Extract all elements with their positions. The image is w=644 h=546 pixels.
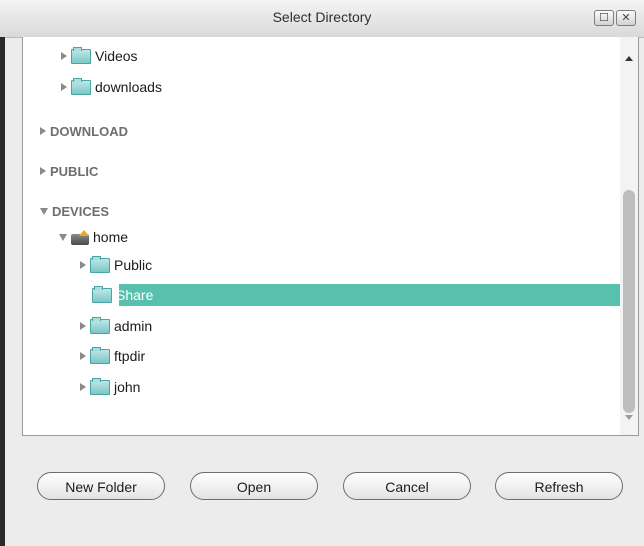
folder-icon (71, 77, 91, 95)
tree-item-label: ftpdir (114, 348, 146, 364)
expand-arrow-icon[interactable] (80, 352, 86, 360)
folder-icon (71, 46, 91, 64)
tree-item-label: Public (114, 257, 153, 273)
expand-arrow-icon[interactable] (80, 322, 86, 330)
tree-item-label: Videos (95, 48, 138, 64)
tree-item-videos[interactable]: Videos (61, 46, 138, 66)
close-button[interactable]: ✕ (616, 10, 636, 26)
expand-arrow-icon[interactable] (61, 52, 67, 60)
title-bar: Select Directory ☐ ✕ (0, 0, 644, 38)
maximize-button[interactable]: ☐ (594, 10, 614, 26)
tree-item-public-folder[interactable]: Public (80, 255, 152, 275)
refresh-button[interactable]: Refresh (495, 472, 623, 500)
tree-item-label: downloads (95, 79, 162, 95)
tree-item-label: john (114, 379, 141, 395)
section-public[interactable]: PUBLIC (40, 161, 98, 181)
collapse-arrow-icon[interactable] (59, 233, 67, 241)
section-label: DEVICES (52, 203, 110, 219)
section-devices[interactable]: DEVICES (40, 201, 109, 221)
tree-item-share[interactable]: Share (80, 285, 153, 305)
new-folder-button[interactable]: New Folder (37, 472, 165, 500)
expand-arrow-icon[interactable] (80, 261, 86, 269)
folder-icon (92, 285, 112, 303)
tree-item-label: Share (116, 287, 154, 303)
tree-item-admin[interactable]: admin (80, 316, 152, 336)
section-download[interactable]: DOWNLOAD (40, 121, 128, 141)
window-title: Select Directory (272, 9, 372, 25)
folder-icon (90, 377, 110, 395)
open-button[interactable]: Open (190, 472, 318, 500)
window-left-edge (0, 37, 5, 546)
home-drive-icon (71, 229, 89, 245)
vertical-scrollbar[interactable] (620, 37, 638, 435)
expand-arrow-icon[interactable] (40, 127, 46, 135)
folder-icon (90, 346, 110, 364)
tree-item-home[interactable]: home (59, 227, 128, 247)
scroll-up-icon[interactable] (625, 56, 633, 61)
folder-icon (90, 255, 110, 273)
scroll-down-icon[interactable] (625, 415, 633, 420)
tree-item-downloads[interactable]: downloads (61, 77, 162, 97)
folder-icon (90, 316, 110, 334)
scrollbar-thumb[interactable] (623, 190, 635, 413)
section-label: DOWNLOAD (50, 123, 128, 139)
cancel-button[interactable]: Cancel (343, 472, 471, 500)
expand-arrow-icon[interactable] (61, 83, 67, 91)
tree-item-label: admin (114, 318, 153, 334)
expand-arrow-icon[interactable] (80, 383, 86, 391)
collapse-arrow-icon[interactable] (40, 207, 48, 215)
tree-item-john[interactable]: john (80, 377, 140, 397)
tree-item-ftpdir[interactable]: ftpdir (80, 346, 145, 366)
selected-row-highlight (119, 284, 623, 306)
section-label: PUBLIC (50, 163, 99, 179)
tree-item-label: home (93, 229, 129, 245)
expand-arrow-icon[interactable] (40, 167, 46, 175)
directory-tree[interactable]: Videos downloads DOWNLOAD PUBLIC DEVICES… (22, 37, 639, 436)
collapse-arrow-icon[interactable] (80, 291, 88, 299)
